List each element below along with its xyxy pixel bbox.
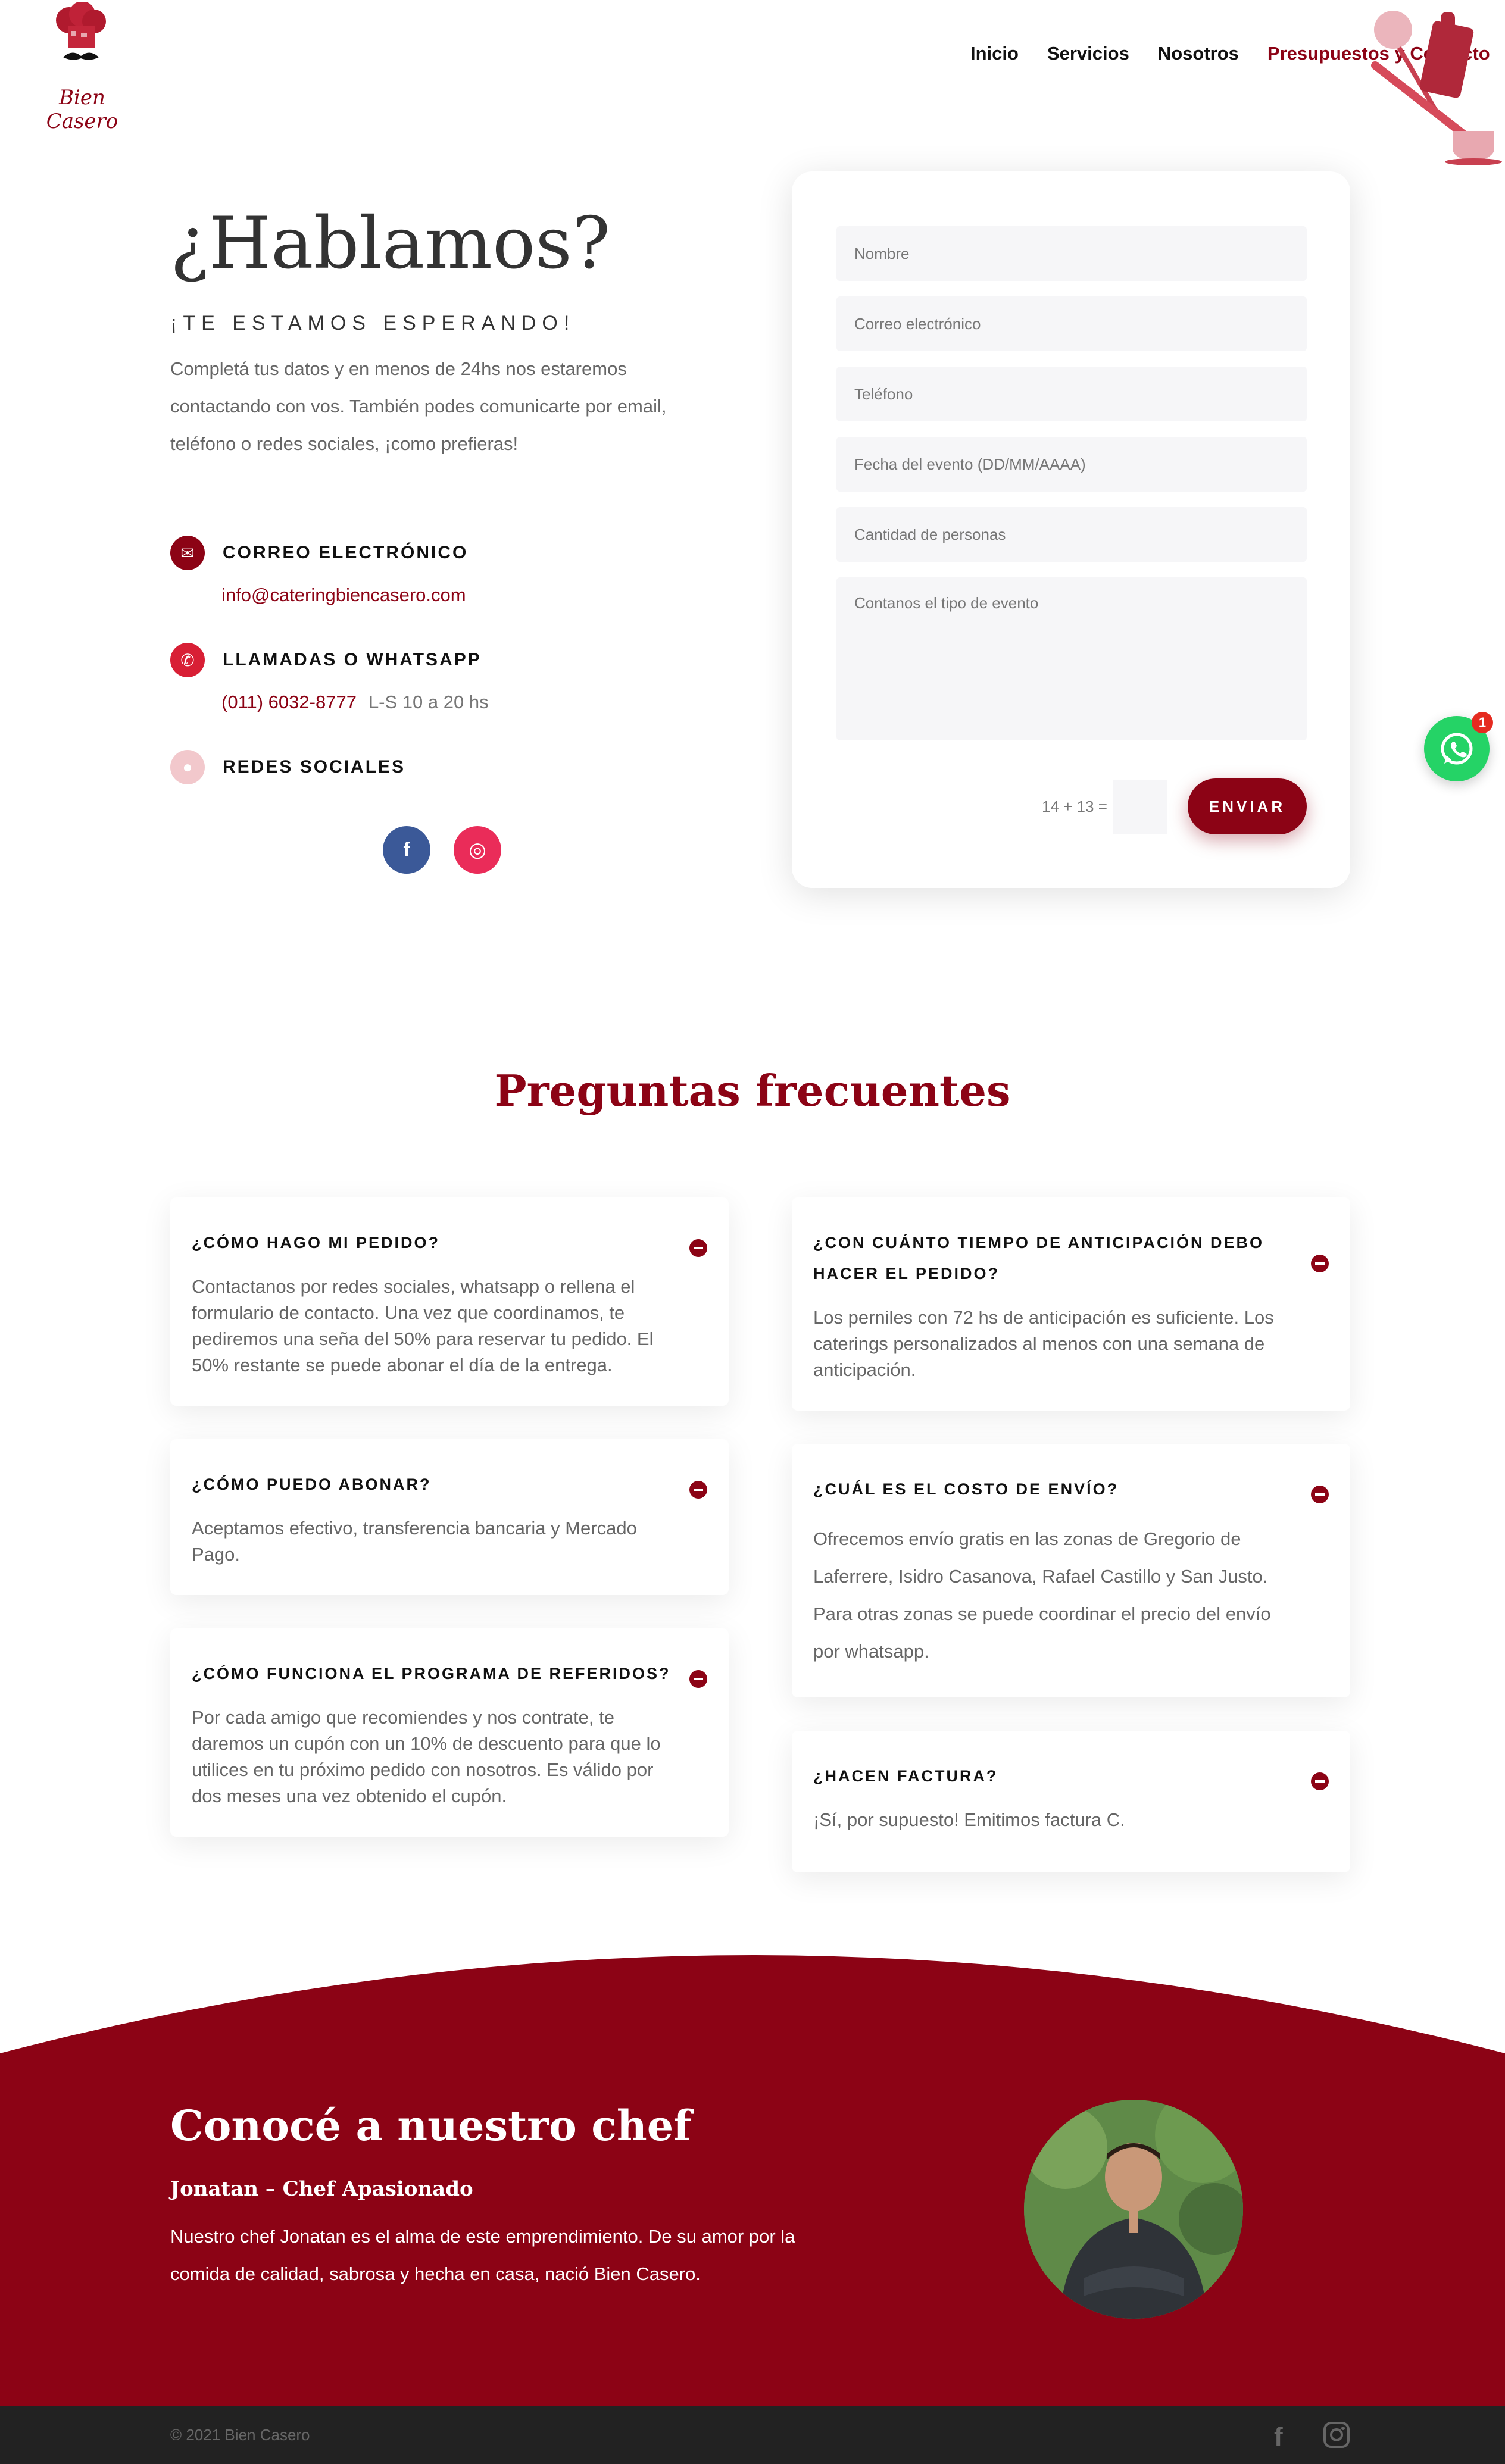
faq-item[interactable]: ¿CÓMO PUEDO ABONAR? Aceptamos efectivo, … [170,1439,729,1595]
chef-hat-icon [56,2,106,60]
faq-question: ¿HACEN FACTURA? [813,1767,998,1785]
collapse-icon[interactable] [1311,1486,1329,1503]
social-block: ● REDES SOCIALES [170,750,405,784]
chef-title: Conocé a nuestro chef [170,2101,692,2150]
faq-title: Preguntas frecuentes [494,1065,1011,1116]
page-subtitle: ¡TE ESTAMOS ESPERANDO! [170,312,576,334]
event-date-field[interactable] [836,437,1307,492]
chef-photo [1024,2100,1243,2319]
phone-icon: ✆ [170,643,205,677]
kitchen-utensils-illustration [1371,11,1502,165]
site-logo[interactable]: Bien Casero [35,2,130,133]
faq-question: ¿CÓMO PUEDO ABONAR? [192,1475,432,1493]
name-field[interactable] [836,226,1307,281]
faq-item[interactable]: ¿CÓMO HAGO MI PEDIDO? Contactanos por re… [170,1197,729,1406]
submit-button[interactable]: ENVIAR [1188,778,1307,834]
collapse-icon[interactable] [689,1481,707,1499]
phone-hours: L-S 10 a 20 hs [368,692,489,712]
facebook-button[interactable]: f [383,826,430,874]
email-block: ✉ CORREO ELECTRÓNICO [170,536,468,570]
chef-subtitle: Jonatan – Chef Apasionado [170,2177,473,2201]
email-title: CORREO ELECTRÓNICO [223,543,469,562]
whatsapp-icon [1441,733,1473,765]
envelope-icon: ✉ [170,536,205,570]
captcha-input[interactable] [1113,780,1167,834]
faq-item[interactable]: ¿HACEN FACTURA? ¡Sí, por supuesto! Emiti… [792,1731,1350,1872]
phone-block: ✆ LLAMADAS O WHATSAPP [170,643,482,677]
phone-field[interactable] [836,367,1307,421]
faq-answer: Los perniles con 72 hs de anticipación e… [813,1307,1274,1380]
phone-link[interactable]: (011) 6032-8777 [221,692,357,712]
faq-answer: Contactanos por redes sociales, whatsapp… [192,1276,654,1375]
nav-servicios[interactable]: Servicios [1047,43,1129,64]
location-pin-icon: ● [170,750,205,784]
nav-nosotros[interactable]: Nosotros [1158,43,1239,64]
faq-item[interactable]: ¿CUÁL ES EL COSTO DE ENVÍO? Ofrecemos en… [792,1444,1350,1697]
contact-form: 14 + 13 = ENVIAR [792,171,1350,888]
nav-inicio[interactable]: Inicio [970,43,1019,64]
email-field[interactable] [836,296,1307,351]
faq-question: ¿CÓMO HAGO MI PEDIDO? [192,1234,440,1252]
chef-text: Nuestro chef Jonatan es el alma de este … [170,2226,795,2284]
instagram-icon[interactable] [1323,2421,1350,2449]
faq-question: ¿CÓMO FUNCIONA EL PROGRAMA DE REFERIDOS? [192,1665,671,1683]
people-count-field[interactable] [836,507,1307,562]
instagram-icon: ◎ [469,839,486,861]
faq-question: ¿CON CUÁNTO TIEMPO DE ANTICIPACIÓN DEBO … [813,1234,1264,1283]
faq-question: ¿CUÁL ES EL COSTO DE ENVÍO? [813,1480,1119,1498]
facebook-icon[interactable]: f [1274,2422,1283,2452]
site-footer: © 2021 Bien Casero f [0,2406,1505,2464]
whatsapp-badge: 1 [1472,712,1493,733]
phone-line: (011) 6032-8777 L-S 10 a 20 hs [221,692,489,713]
faq-item[interactable]: ¿CÓMO FUNCIONA EL PROGRAMA DE REFERIDOS?… [170,1628,729,1837]
collapse-icon[interactable] [689,1239,707,1257]
page-title: ¿Hablamos? [170,202,611,285]
captcha-question: 14 + 13 = [1042,798,1107,815]
social-title: REDES SOCIALES [223,757,406,777]
facebook-icon: f [403,838,410,861]
email-link[interactable]: info@cateringbiencasero.com [221,584,466,606]
collapse-icon[interactable] [1311,1772,1329,1790]
collapse-icon[interactable] [689,1670,707,1688]
faq-answer: Ofrecemos envío gratis en las zonas de G… [813,1528,1271,1662]
collapse-icon[interactable] [1311,1255,1329,1272]
copyright-text: © 2021 Bien Casero [170,2426,310,2444]
logo-text: Bien Casero [46,86,118,133]
event-type-textarea[interactable] [836,577,1307,740]
phone-title: LLAMADAS O WHATSAPP [223,650,482,670]
site-header: Bien Casero Inicio Servicios Nosotros Pr… [0,0,1505,165]
intro-text: Completá tus datos y en menos de 24hs no… [170,358,667,454]
instagram-button[interactable]: ◎ [454,826,501,874]
chef-portrait-image [1024,2100,1243,2319]
faq-answer: Aceptamos efectivo, transferencia bancar… [192,1518,637,1565]
faq-answer: ¡Sí, por supuesto! Emitimos factura C. [813,1809,1125,1830]
faq-answer: Por cada amigo que recomiendes y nos con… [192,1707,661,1806]
faq-item[interactable]: ¿CON CUÁNTO TIEMPO DE ANTICIPACIÓN DEBO … [792,1197,1350,1411]
